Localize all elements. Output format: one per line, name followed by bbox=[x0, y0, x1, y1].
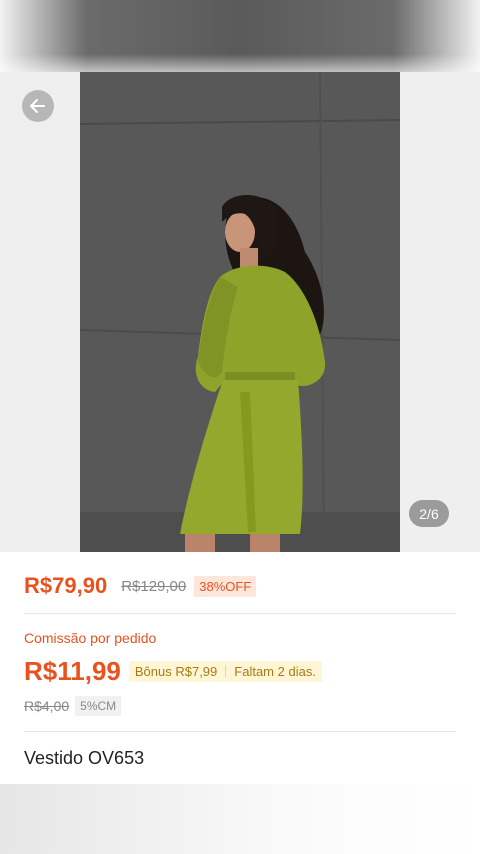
original-price: R$129,00 bbox=[121, 577, 187, 595]
bottom-blurred-area bbox=[0, 784, 480, 854]
sale-price: R$79,90 bbox=[24, 573, 108, 598]
price-row: R$79,90 R$129,00 38%OFF bbox=[24, 572, 257, 600]
product-title: Vestido OV653 bbox=[24, 748, 145, 768]
commission-row: R$11,99 Bônus R$7,99 Faltam 2 dias. bbox=[24, 655, 322, 687]
divider bbox=[24, 731, 456, 732]
discount-badge: 38%OFF bbox=[194, 575, 257, 597]
arrow-left-icon bbox=[30, 99, 45, 113]
image-counter: 2/6 bbox=[409, 500, 449, 527]
bonus-separator bbox=[225, 665, 227, 677]
product-photo[interactable] bbox=[80, 72, 400, 552]
bonus-deadline: Faltam 2 dias. bbox=[234, 663, 316, 679]
top-blurred-header bbox=[0, 0, 480, 72]
product-gallery[interactable]: 2/6 bbox=[0, 72, 480, 552]
bonus-amount: Bônus R$7,99 bbox=[134, 663, 218, 679]
product-photo-illustration bbox=[80, 72, 400, 552]
commission-rate-badge: 5%CM bbox=[75, 696, 122, 716]
commission-original-row: R$4,00 5%CM bbox=[24, 694, 122, 718]
divider bbox=[24, 613, 456, 614]
back-button[interactable] bbox=[22, 90, 54, 122]
commission-label: Comissão por pedido bbox=[24, 630, 157, 646]
commission-amount: R$11,99 bbox=[24, 655, 121, 686]
bonus-badge: Bônus R$7,99 Faltam 2 dias. bbox=[128, 660, 322, 682]
commission-original-amount: R$4,00 bbox=[24, 698, 70, 714]
